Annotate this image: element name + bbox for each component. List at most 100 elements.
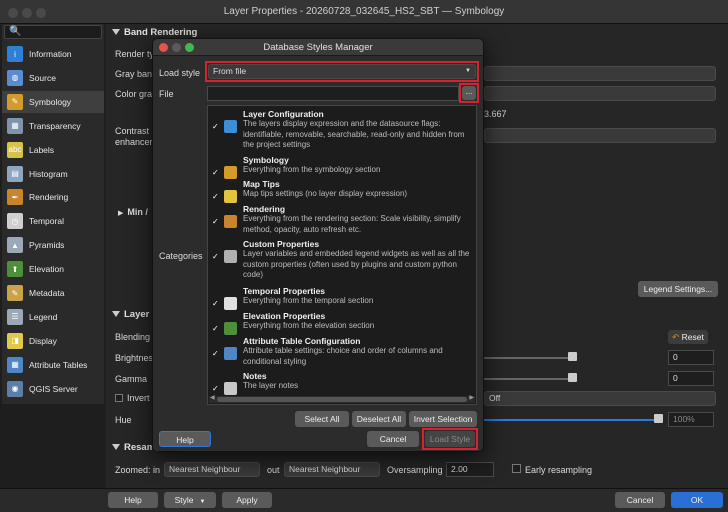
category-title: Temporal Properties: [243, 286, 326, 296]
brightness-label: Brightnes: [115, 353, 154, 363]
contrast-enhancement-combo[interactable]: [484, 128, 716, 143]
category-checkbox[interactable]: ✓: [212, 192, 219, 201]
sidebar-item-metadata[interactable]: ✎ Metadata: [2, 282, 104, 304]
brightness-slider-handle[interactable]: [568, 352, 577, 361]
sidebar-item-label: QGIS Server: [29, 383, 78, 394]
category-description: The layers display expression and the da…: [243, 119, 465, 149]
dialog-titlebar: Database Styles Manager: [153, 39, 483, 56]
category-checkbox[interactable]: ✓: [212, 122, 219, 131]
contrast-label: Contrast: [115, 126, 150, 136]
browse-file-button[interactable]: ...: [462, 86, 476, 100]
oversampling-spinbox[interactable]: 2.00: [446, 462, 494, 477]
select-all-button[interactable]: Select All: [295, 411, 349, 427]
style-button[interactable]: Style ▼: [164, 492, 216, 508]
apply-button[interactable]: Apply: [222, 492, 272, 508]
hue-slider[interactable]: [484, 419, 656, 421]
invert-selection-button[interactable]: Invert Selection: [409, 411, 477, 427]
category-description: Everything from the symbology section: [243, 165, 381, 174]
map-tips-icon: [224, 190, 237, 203]
render-type-label: Render ty: [115, 49, 155, 59]
bottom-button-bar: Help Style ▼ Apply Cancel OK: [0, 488, 728, 512]
sidebar-item-source[interactable]: ◍ Source: [2, 67, 104, 89]
category-title: Attribute Table Configuration: [243, 336, 361, 346]
sidebar-item-label: Symbology: [29, 96, 72, 107]
gray-band-combo[interactable]: [484, 66, 716, 81]
zoomed-out-combo[interactable]: Nearest Neighbour: [284, 462, 380, 477]
sidebar-item-legend[interactable]: ☰ Legend: [2, 306, 104, 328]
zoomed-in-combo[interactable]: Nearest Neighbour: [164, 462, 260, 477]
categories-list[interactable]: ✓ Layer Configuration The layers display e…: [207, 105, 477, 405]
sidebar-item-transparency[interactable]: ▦ Transparency: [2, 115, 104, 137]
elevation-icon: [224, 322, 237, 335]
legend-settings-button[interactable]: Legend Settings...: [638, 281, 718, 297]
gray-band-label: Gray ban: [115, 69, 153, 79]
table-icon: [224, 347, 237, 360]
search-icon: 🔍: [9, 26, 22, 37]
category-title: Notes: [243, 371, 267, 381]
category-description: Everything from the rendering section: S…: [243, 214, 461, 234]
hue-spinbox[interactable]: 100%: [668, 412, 714, 427]
sidebar-item-pyramids[interactable]: ▲ Pyramids: [2, 234, 104, 256]
sidebar-item-histogram[interactable]: ▤ Histogram: [2, 163, 104, 185]
sidebar-item-elevation[interactable]: ⬆ Elevation: [2, 258, 104, 280]
hue-slider-handle[interactable]: [654, 414, 663, 423]
zoomed-in-label: Zoomed: in: [115, 465, 161, 475]
sidebar-item-qgis-server[interactable]: ◉ QGIS Server: [2, 378, 104, 400]
dialog-cancel-button[interactable]: Cancel: [367, 431, 419, 447]
category-checkbox[interactable]: ✓: [212, 349, 219, 358]
category-description: Layer variables and embedded legend widg…: [243, 249, 470, 279]
oversampling-label: Oversampling: [387, 465, 443, 475]
cancel-button[interactable]: Cancel: [615, 492, 665, 508]
sidebar-search-input[interactable]: 🔍: [4, 25, 102, 39]
dialog-title: Database Styles Manager: [263, 42, 373, 53]
load-style-button[interactable]: Load Style: [425, 431, 475, 447]
category-title: Elevation Properties: [243, 311, 326, 321]
sidebar-item-temporal[interactable]: ◷ Temporal: [2, 210, 104, 232]
file-path-input[interactable]: [207, 86, 459, 101]
sidebar-item-label: Elevation: [29, 264, 64, 275]
qgis-server-icon: ◉: [7, 380, 23, 397]
category-checkbox[interactable]: ✓: [212, 324, 219, 333]
color-gradient-combo[interactable]: [484, 86, 716, 101]
categories-horizontal-scrollbar[interactable]: ◀ ▶: [209, 395, 475, 403]
brightness-spinbox[interactable]: 0: [668, 350, 714, 365]
sidebar-item-information[interactable]: i Information: [2, 43, 104, 65]
category-description: Map tips settings (no layer display expr…: [243, 189, 408, 198]
sidebar-item-label: Information: [29, 49, 72, 59]
rendering-icon: ✒: [7, 189, 23, 206]
deselect-all-button[interactable]: Deselect All: [352, 411, 406, 427]
category-title: Symbology: [243, 155, 289, 165]
min-max-section[interactable]: ▶ Min /: [118, 207, 148, 217]
category-checkbox[interactable]: ✓: [212, 252, 219, 261]
dialog-help-button[interactable]: Help: [159, 431, 211, 447]
sidebar-item-symbology[interactable]: ✎ Symbology: [2, 90, 104, 113]
ok-button[interactable]: OK: [671, 492, 723, 508]
contrast-label-2: enhancer: [115, 137, 153, 147]
band-rendering-header[interactable]: Band Rendering: [112, 27, 197, 38]
category-checkbox[interactable]: ✓: [212, 299, 219, 308]
load-style-combo[interactable]: From file ▼: [208, 64, 476, 79]
help-button[interactable]: Help: [108, 492, 158, 508]
category-checkbox[interactable]: ✓: [212, 168, 219, 177]
pyramids-icon: ▲: [7, 237, 23, 254]
color-gradient-label: Color gra: [115, 89, 153, 99]
gamma-spinbox[interactable]: 0: [668, 371, 714, 386]
gamma-slider[interactable]: [484, 378, 572, 380]
category-checkbox[interactable]: ✓: [212, 217, 219, 226]
notes-icon: [224, 382, 237, 395]
chevron-down-icon: ▼: [465, 68, 471, 74]
sidebar-item-labels[interactable]: abc Labels: [2, 139, 104, 161]
gamma-slider-handle[interactable]: [568, 373, 577, 382]
category-checkbox[interactable]: ✓: [212, 384, 219, 393]
sidebar-item-label: Rendering: [29, 192, 69, 203]
sidebar-item-display[interactable]: ◨ Display: [2, 330, 104, 352]
early-resampling-checkbox[interactable]: [512, 464, 521, 473]
legend-icon: ☰: [7, 308, 23, 325]
invert-combo[interactable]: Off: [484, 391, 716, 406]
reset-button[interactable]: ↶ Reset: [668, 330, 708, 344]
sidebar-item-attribute-tables[interactable]: ▦ Attribute Tables: [2, 354, 104, 376]
sidebar-item-rendering[interactable]: ✒ Rendering: [2, 186, 104, 208]
attribute-tables-icon: ▦: [7, 356, 23, 373]
brightness-slider[interactable]: [484, 357, 572, 359]
invert-checkbox[interactable]: [115, 394, 123, 402]
